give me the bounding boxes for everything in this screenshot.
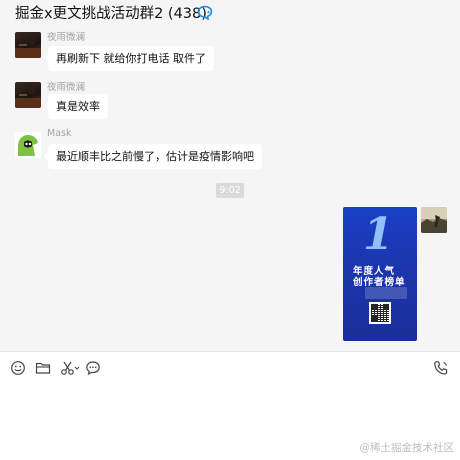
watermark: @稀土掘金技术社区 [359,442,455,454]
message-bubble[interactable]: 真是效率 [44,94,108,119]
chat-header: 掘金x更文挑战活动群2 (438) [0,0,460,26]
poster-title-line2: 创作者榜单 [353,277,406,288]
landscape-photo-avatar[interactable] [421,207,447,233]
poster-number: 1 [363,209,394,260]
emoji-icon[interactable] [10,360,26,376]
image-message[interactable]: 1 年度人气 创作者榜单 [343,207,417,341]
timestamp-badge: 9:02 [216,183,244,198]
speech-bubble-icon[interactable] [85,360,101,376]
message-input-area[interactable]: @稀土掘金技术社区 [0,352,460,460]
sender-name: 夜雨微澜 [47,32,86,43]
message-bubble[interactable]: 再刷新下 就给你打电话 取件了 [44,46,214,71]
message-bubble[interactable]: 最近顺丰比之前慢了，估计是疫情影响吧 [44,144,262,169]
sender-name: 夜雨微澜 [47,82,86,93]
qr-code [369,302,391,324]
folder-icon[interactable] [35,360,51,376]
scissors-icon[interactable] [60,360,80,376]
poster-info-strip [365,287,407,299]
phone-icon[interactable] [433,360,449,376]
dark-photo-avatar[interactable] [15,82,41,108]
dark-photo-avatar[interactable] [15,32,41,58]
chat-bubble-icon[interactable] [197,5,213,20]
sender-name: Mask [47,128,72,139]
group-title[interactable]: 掘金x更文挑战活动群2 (438) [15,2,207,23]
mask-cartoon-avatar[interactable] [15,132,41,158]
